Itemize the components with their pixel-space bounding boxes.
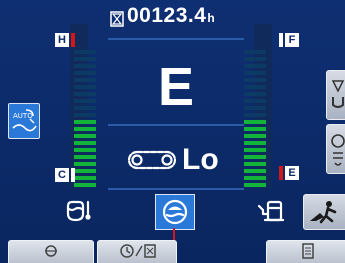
fuel-gauge-segment bbox=[244, 155, 266, 159]
divider-bottom bbox=[108, 188, 244, 190]
fuel-gauge-segment bbox=[244, 99, 266, 103]
fuel-gauge-segment bbox=[244, 134, 266, 138]
coolant-gauge-segment bbox=[74, 183, 96, 187]
coolant-gauge-segment bbox=[74, 141, 96, 145]
coolant-gauge-segment bbox=[74, 78, 96, 82]
fuel-empty-indicator bbox=[279, 166, 283, 180]
crawler-track-icon bbox=[127, 150, 177, 170]
work-mode-display: E bbox=[157, 57, 195, 117]
coolant-gauge-segment bbox=[74, 71, 96, 75]
engine-icon bbox=[45, 245, 57, 257]
tab-engine[interactable] bbox=[8, 240, 94, 263]
fuel-gauge-segment bbox=[244, 141, 266, 145]
coolant-gauge-segment bbox=[74, 50, 96, 54]
fuel-pump-icon bbox=[257, 200, 285, 222]
fuel-empty-mark: E bbox=[285, 166, 299, 180]
coolant-gauge-segment bbox=[74, 99, 96, 103]
hydraulic-oil-icon bbox=[162, 199, 188, 225]
travel-speed-display: Lo bbox=[126, 142, 246, 178]
fuel-gauge-segment bbox=[244, 113, 266, 117]
coolant-cold-indicator bbox=[71, 168, 75, 182]
coolant-cold-mark: C bbox=[55, 168, 69, 182]
coolant-gauge-segment bbox=[74, 162, 96, 166]
coolant-gauge-segment bbox=[74, 148, 96, 152]
coolant-gauge-segment bbox=[74, 57, 96, 61]
fuel-gauge-segment bbox=[244, 78, 266, 82]
maintenance-button[interactable] bbox=[326, 124, 345, 174]
fuel-gauge-segment bbox=[244, 64, 266, 68]
tab-clock-camera[interactable] bbox=[97, 240, 177, 263]
coolant-gauge-segment bbox=[74, 92, 96, 96]
coolant-gauge-segment bbox=[74, 106, 96, 110]
coolant-gauge-segment bbox=[74, 176, 96, 180]
travel-speed-label: Lo bbox=[182, 143, 219, 176]
coolant-gauge-segment bbox=[74, 127, 96, 131]
fuel-gauge-segment bbox=[244, 148, 266, 152]
coolant-hot-indicator bbox=[71, 33, 75, 47]
coolant-gauge-segment bbox=[74, 169, 96, 173]
hour-meter-unit: h bbox=[207, 11, 215, 25]
coolant-gauge-segment bbox=[74, 120, 96, 124]
coolant-gauge-segment bbox=[74, 85, 96, 89]
coolant-temp-gauge bbox=[58, 24, 98, 188]
auto-decel-button[interactable]: AUTO bbox=[8, 103, 40, 139]
svg-text:AUTO: AUTO bbox=[13, 112, 33, 120]
auto-decel-icon: AUTO bbox=[12, 109, 37, 132]
fuel-gauge-segment bbox=[244, 169, 266, 173]
fuel-gauge-segment bbox=[244, 106, 266, 110]
fuel-gauge-segment bbox=[244, 71, 266, 75]
coolant-hot-mark: H bbox=[55, 33, 69, 47]
fuel-gauge-segment bbox=[244, 176, 266, 180]
fuel-gauge-segment bbox=[244, 120, 266, 124]
attachment-mode-button[interactable] bbox=[326, 70, 345, 120]
monitor-screen: H C F E 00123.4 h E Lo AUTO bbox=[0, 0, 345, 263]
fuel-gauge-segment bbox=[244, 127, 266, 131]
attachment-mode-icon bbox=[331, 80, 345, 108]
coolant-gauge-segment bbox=[74, 113, 96, 117]
clock-camera-icon bbox=[120, 244, 156, 258]
divider-top bbox=[108, 38, 244, 40]
tab-document[interactable] bbox=[266, 240, 345, 263]
operator-button[interactable] bbox=[303, 194, 345, 230]
fuel-gauge bbox=[242, 24, 282, 188]
fuel-gauge-segment bbox=[244, 85, 266, 89]
coolant-gauge-segment bbox=[74, 64, 96, 68]
coolant-gauge-segment bbox=[74, 155, 96, 159]
hydraulic-oil-key[interactable] bbox=[155, 194, 195, 230]
hourglass-icon bbox=[110, 11, 124, 27]
coolant-temp-icon bbox=[66, 200, 91, 222]
fuel-full-mark: F bbox=[285, 33, 299, 47]
fuel-gauge-segment bbox=[244, 50, 266, 54]
fuel-gauge-segment bbox=[244, 92, 266, 96]
fuel-full-indicator bbox=[279, 33, 283, 47]
hour-meter: 00123.4 h bbox=[110, 4, 250, 34]
fuel-gauge-segment bbox=[244, 183, 266, 187]
operator-icon bbox=[310, 201, 337, 224]
document-icon bbox=[302, 243, 314, 259]
fuel-gauge-segment bbox=[244, 162, 266, 166]
divider-middle bbox=[108, 124, 244, 126]
coolant-gauge-segment bbox=[74, 134, 96, 138]
hour-meter-value: 00123.4 bbox=[127, 4, 207, 27]
maintenance-icon bbox=[331, 134, 345, 166]
fuel-gauge-segment bbox=[244, 57, 266, 61]
